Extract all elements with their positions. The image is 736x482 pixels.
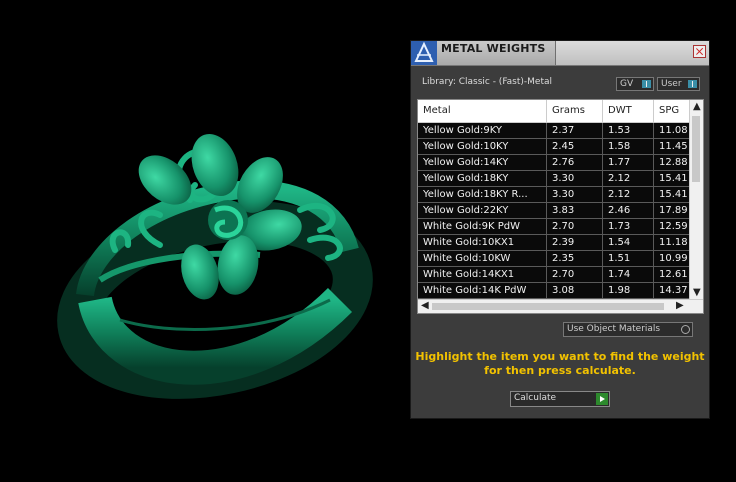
cell-grams: 2.70 bbox=[547, 219, 603, 235]
horizontal-scrollbar[interactable]: ◀ ▶ bbox=[418, 299, 703, 313]
cell-metal: Yellow Gold:14KY bbox=[418, 155, 547, 171]
radio-icon bbox=[681, 325, 690, 334]
column-header-spg[interactable]: SPG bbox=[654, 100, 694, 122]
panel-title: METAL WEIGHTS bbox=[441, 42, 546, 55]
cell-dwt: 1.58 bbox=[603, 139, 654, 155]
table-row[interactable]: White Gold:10KW 2.35 1.51 10.99 bbox=[418, 251, 690, 267]
cell-dwt: 2.46 bbox=[603, 203, 654, 219]
table-row[interactable]: Yellow Gold:10KY 2.45 1.58 11.45 bbox=[418, 139, 690, 155]
panel-title-tab: METAL WEIGHTS bbox=[437, 41, 556, 65]
table-row[interactable]: Yellow Gold:14KY 2.76 1.77 12.88 bbox=[418, 155, 690, 171]
cell-spg: 17.89 bbox=[659, 205, 688, 216]
table-row[interactable]: White Gold:10KX1 2.39 1.54 11.18 bbox=[418, 235, 690, 251]
use-object-materials-label: Use Object Materials bbox=[567, 324, 661, 334]
rhino-jewel-logo-icon bbox=[411, 41, 437, 65]
table-row[interactable]: Yellow Gold:9KY 2.37 1.53 11.08 bbox=[418, 123, 690, 139]
calculate-button[interactable]: Calculate bbox=[510, 391, 610, 407]
user-toggle-label: User bbox=[661, 79, 682, 89]
instruction-text: Highlight the item you want to find the … bbox=[411, 350, 709, 378]
instruction-line-2: for then press calculate. bbox=[484, 364, 636, 377]
instruction-line-1: Highlight the item you want to find the … bbox=[415, 350, 705, 363]
cell-grams: 2.45 bbox=[547, 139, 603, 155]
scroll-right-icon[interactable]: ▶ bbox=[676, 301, 684, 311]
cell-grams: 3.30 bbox=[547, 171, 603, 187]
cell-grams: 2.37 bbox=[547, 123, 603, 139]
calculate-label: Calculate bbox=[514, 393, 557, 403]
cell-grams: 2.70 bbox=[547, 267, 603, 283]
cell-spg: 10.99 bbox=[659, 253, 688, 264]
panel-titlebar[interactable]: METAL WEIGHTS bbox=[411, 41, 709, 66]
scroll-up-icon[interactable]: ▲ bbox=[693, 102, 701, 112]
column-header-grams[interactable]: Grams bbox=[547, 100, 603, 122]
cell-metal: White Gold:14KX1 bbox=[418, 267, 547, 283]
cell-grams: 3.83 bbox=[547, 203, 603, 219]
cell-spg: 14.37 bbox=[659, 285, 688, 296]
cell-metal: Yellow Gold:22KY bbox=[418, 203, 547, 219]
cell-dwt: 2.12 bbox=[603, 187, 654, 203]
vertical-scrollbar[interactable]: ▲ ▼ bbox=[689, 100, 703, 300]
table-row[interactable]: White Gold:14K PdW 3.08 1.98 14.37 bbox=[418, 283, 690, 299]
vertical-scroll-thumb[interactable] bbox=[692, 116, 700, 182]
scroll-left-icon[interactable]: ◀ bbox=[421, 301, 429, 311]
table-row[interactable]: Yellow Gold:22KY 3.83 2.46 17.89 bbox=[418, 203, 690, 219]
cell-grams: 2.39 bbox=[547, 235, 603, 251]
table-row[interactable]: White Gold:9K PdW 2.70 1.73 12.59 bbox=[418, 219, 690, 235]
cell-metal: Yellow Gold:18KY R... bbox=[418, 187, 547, 203]
cell-dwt: 1.51 bbox=[603, 251, 654, 267]
cell-metal: Yellow Gold:18KY bbox=[418, 171, 547, 187]
table-header: Metal Grams DWT SPG bbox=[418, 100, 690, 123]
cell-spg: 12.88 bbox=[659, 157, 688, 168]
cell-dwt: 1.73 bbox=[603, 219, 654, 235]
cell-metal: White Gold:9K PdW bbox=[418, 219, 547, 235]
cell-spg: 15.41 bbox=[659, 173, 688, 184]
use-object-materials-toggle[interactable]: Use Object Materials bbox=[563, 322, 693, 337]
toggle-knob-icon bbox=[642, 80, 651, 88]
cell-metal: White Gold:14K PdW bbox=[418, 283, 547, 299]
cell-spg: 11.18 bbox=[659, 237, 688, 248]
cell-spg: 11.08 bbox=[659, 125, 688, 136]
library-label: Library: Classic - (Fast)-Metal bbox=[422, 77, 553, 87]
cell-metal: White Gold:10KW bbox=[418, 251, 547, 267]
cell-metal: White Gold:10KX1 bbox=[418, 235, 547, 251]
cell-grams: 3.08 bbox=[547, 283, 603, 299]
cell-spg: 12.59 bbox=[659, 221, 688, 232]
table-row[interactable]: Yellow Gold:18KY R... 3.30 2.12 15.41 bbox=[418, 187, 690, 203]
cell-grams: 3.30 bbox=[547, 187, 603, 203]
table-row[interactable]: Yellow Gold:18KY 3.30 2.12 15.41 bbox=[418, 171, 690, 187]
gv-toggle-label: GV bbox=[620, 79, 634, 89]
metal-weights-table: Metal Grams DWT SPG Yellow Gold:9KY 2.37 1… bbox=[417, 99, 704, 314]
cell-dwt: 1.54 bbox=[603, 235, 654, 251]
cell-dwt: 1.74 bbox=[603, 267, 654, 283]
cell-spg: 11.45 bbox=[659, 141, 688, 152]
metal-weights-panel: METAL WEIGHTS Library: Classic - (Fast)-… bbox=[410, 40, 710, 419]
cell-dwt: 1.53 bbox=[603, 123, 654, 139]
toggle-knob-icon bbox=[688, 80, 697, 88]
column-header-metal[interactable]: Metal bbox=[418, 100, 547, 122]
cell-grams: 2.76 bbox=[547, 155, 603, 171]
cell-grams: 2.35 bbox=[547, 251, 603, 267]
table-row[interactable]: White Gold:14KX1 2.70 1.74 12.61 bbox=[418, 267, 690, 283]
cell-dwt: 1.77 bbox=[603, 155, 654, 171]
cell-spg: 15.41 bbox=[659, 189, 688, 200]
column-header-dwt[interactable]: DWT bbox=[603, 100, 654, 122]
play-icon bbox=[596, 393, 608, 405]
table-body: Yellow Gold:9KY 2.37 1.53 11.08 Yellow Gold:… bbox=[418, 123, 690, 299]
cell-dwt: 2.12 bbox=[603, 171, 654, 187]
cell-dwt: 1.98 bbox=[603, 283, 654, 299]
cell-spg: 12.61 bbox=[659, 269, 688, 280]
horizontal-scroll-thumb[interactable] bbox=[432, 303, 664, 310]
cell-metal: Yellow Gold:9KY bbox=[418, 123, 547, 139]
user-toggle[interactable]: User bbox=[657, 77, 700, 91]
close-icon[interactable] bbox=[693, 45, 706, 58]
gv-toggle[interactable]: GV bbox=[616, 77, 654, 91]
scroll-down-icon[interactable]: ▼ bbox=[693, 288, 701, 298]
cell-metal: Yellow Gold:10KY bbox=[418, 139, 547, 155]
